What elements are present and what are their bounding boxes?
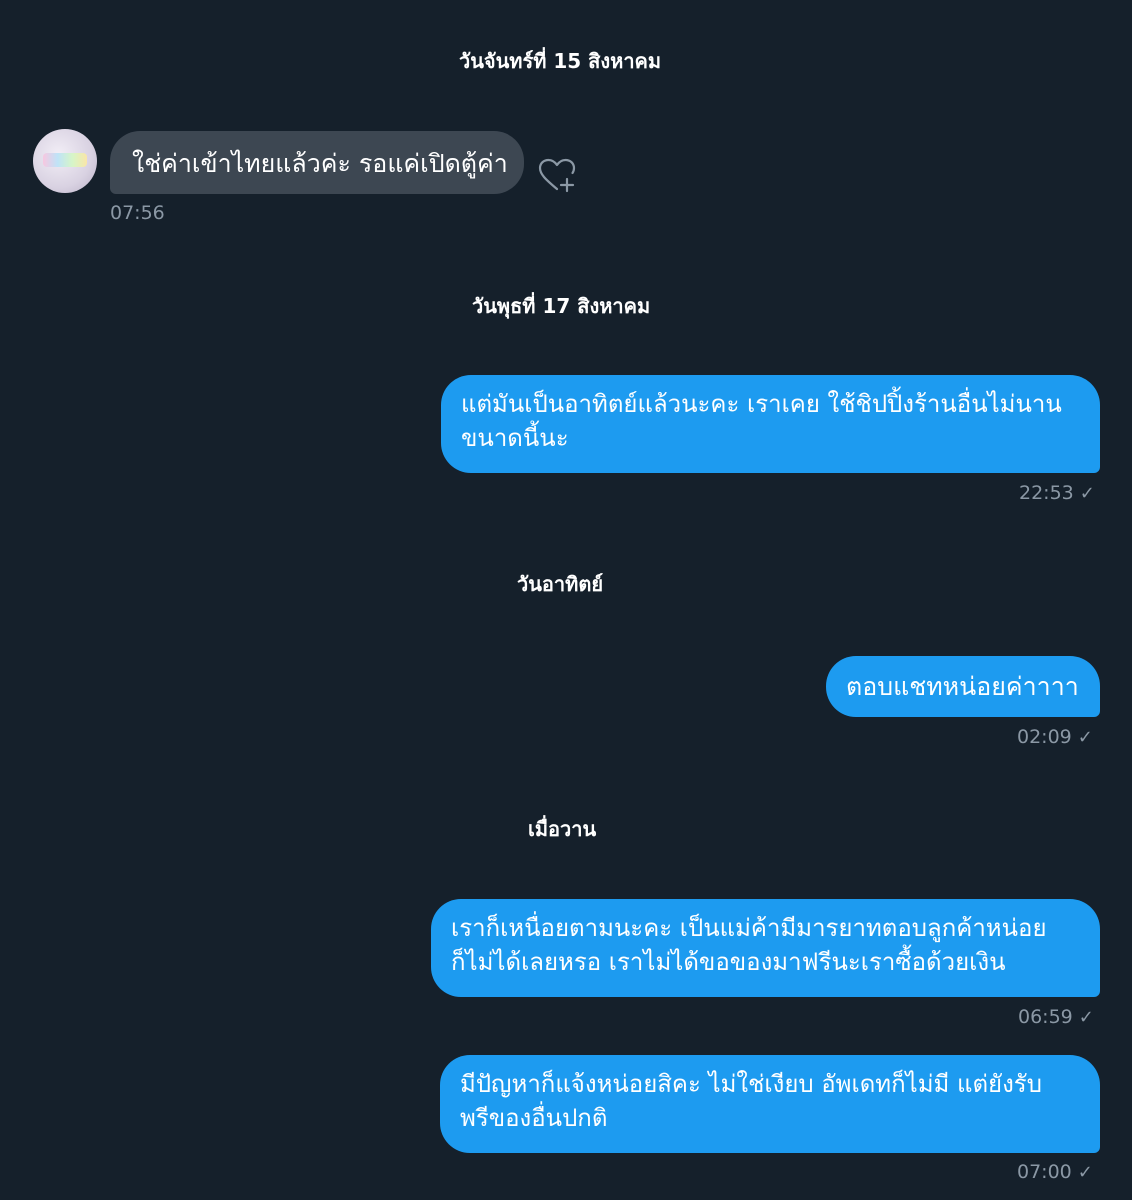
message-text: ใช่ค่าเข้าไทยแล้วค่ะ รอแค่เปิดตู้ค่า xyxy=(132,149,508,178)
message-text: ตอบแชทหน่อยค่าาาา xyxy=(846,672,1079,701)
outgoing-message-bubble[interactable]: มีปัญหาก็แจ้งหน่อยสิคะ ไม่ใช่เงียบ อัพเด… xyxy=(440,1055,1100,1153)
message-text-line: ก็ไม่ได้เลยหรอ เราไม่ได้ขอของมาฟรีนะเราซ… xyxy=(451,948,1006,976)
incoming-message-bubble[interactable]: ใช่ค่าเข้าไทยแล้วค่ะ รอแค่เปิดตู้ค่า xyxy=(110,131,524,194)
date-separator: วันอาทิตย์ xyxy=(517,572,604,596)
outgoing-message-bubble[interactable]: เราก็เหนื่อยตามนะคะ เป็นแม่ค้ามีมารยาทตอ… xyxy=(431,899,1100,997)
date-separator: เมื่อวาน xyxy=(528,817,597,841)
message-text-line: มีปัญหาก็แจ้งหน่อยสิคะ ไม่ใช่เงียบ อัพเด… xyxy=(460,1070,1042,1098)
message-timestamp: 07:56 xyxy=(110,202,165,224)
outgoing-message-bubble[interactable]: ตอบแชทหน่อยค่าาาา xyxy=(826,656,1100,717)
timestamp-text: 07:00 xyxy=(1017,1161,1072,1183)
message-timestamp: 07:00 ✓ xyxy=(1017,1161,1093,1183)
contact-avatar[interactable] xyxy=(33,129,97,193)
message-timestamp: 02:09 ✓ xyxy=(1017,726,1093,748)
check-icon: ✓ xyxy=(1078,1007,1094,1028)
timestamp-text: 06:59 xyxy=(1018,1006,1073,1028)
message-timestamp: 22:53 ✓ xyxy=(1019,482,1095,504)
heart-plus-icon[interactable] xyxy=(537,157,577,193)
check-icon: ✓ xyxy=(1077,1162,1093,1183)
message-text-line: พรีของอื่นปกติ xyxy=(460,1104,608,1132)
outgoing-message-bubble[interactable]: แต่มันเป็นอาทิตย์แล้วนะคะ เราเคย ใช้ชิปป… xyxy=(441,375,1100,473)
message-text-line: เราก็เหนื่อยตามนะคะ เป็นแม่ค้ามีมารยาทตอ… xyxy=(451,914,1047,942)
message-text-line: ขนาดนี้นะ xyxy=(461,424,569,452)
date-separator: วันจันทร์ที่ 15 สิงหาคม xyxy=(459,49,662,73)
check-icon: ✓ xyxy=(1079,483,1095,504)
check-icon: ✓ xyxy=(1077,727,1093,748)
date-separator: วันพุธที่ 17 สิงหาคม xyxy=(472,294,651,318)
message-timestamp: 06:59 ✓ xyxy=(1018,1006,1094,1028)
message-text-line: แต่มันเป็นอาทิตย์แล้วนะคะ เราเคย ใช้ชิปป… xyxy=(461,390,1062,418)
avatar-logo xyxy=(43,153,87,167)
timestamp-text: 22:53 xyxy=(1019,482,1074,504)
timestamp-text: 02:09 xyxy=(1017,726,1072,748)
